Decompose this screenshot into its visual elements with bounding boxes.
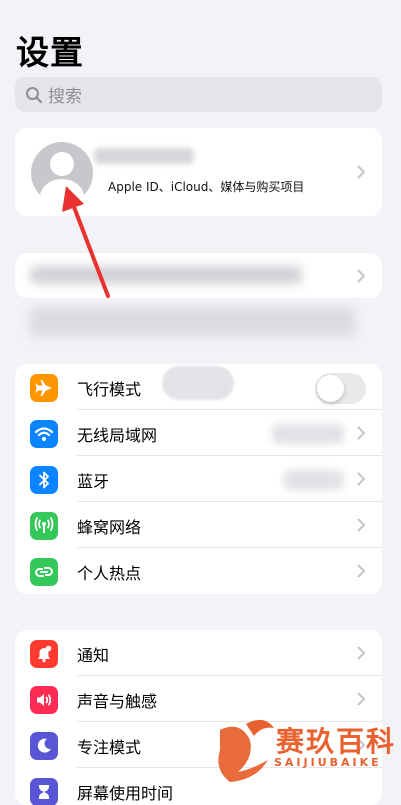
blurred-account-name bbox=[94, 148, 194, 164]
chevron-right-icon bbox=[357, 518, 365, 532]
row-label: 屏幕使用时间 bbox=[77, 784, 174, 803]
search-bar[interactable]: 搜索 bbox=[15, 77, 382, 112]
chevron-right-icon bbox=[357, 165, 365, 179]
chevron-right-icon bbox=[357, 472, 365, 486]
search-placeholder: 搜索 bbox=[48, 87, 82, 107]
focus-moon-icon bbox=[30, 732, 58, 760]
row-label: 蓝牙 bbox=[77, 472, 110, 491]
row-label: 通知 bbox=[77, 646, 110, 665]
watermark-text: 赛玖百科 bbox=[276, 725, 397, 758]
apple-id-card[interactable]: Apple ID、iCloud、媒体与购买项目 bbox=[15, 128, 382, 216]
row-label: 专注模式 bbox=[77, 738, 142, 757]
row-label: 蜂窝网络 bbox=[77, 518, 142, 537]
chevron-right-icon bbox=[357, 426, 365, 440]
avatar bbox=[31, 142, 93, 204]
row-notifications[interactable]: 通知 bbox=[15, 630, 382, 676]
row-label: 个人热点 bbox=[77, 564, 142, 583]
chevron-right-icon bbox=[357, 646, 365, 660]
blurred-overlay-blob bbox=[162, 366, 234, 400]
blurred-footer-text bbox=[30, 307, 355, 337]
row-sounds-haptics[interactable]: 声音与触感 bbox=[15, 676, 382, 722]
page-title: 设置 bbox=[16, 33, 84, 72]
chevron-right-icon bbox=[357, 269, 365, 283]
row-wifi[interactable]: 无线局域网 bbox=[15, 410, 382, 456]
row-cellular[interactable]: 蜂窝网络 bbox=[15, 502, 382, 548]
chevron-right-icon bbox=[357, 564, 365, 578]
airplane-icon bbox=[30, 374, 58, 402]
cellular-icon bbox=[30, 512, 58, 540]
bluetooth-icon bbox=[30, 466, 58, 494]
row-label: 无线局域网 bbox=[77, 426, 158, 445]
blurred-text bbox=[30, 266, 302, 284]
row-screen-time[interactable]: 屏幕使用时间 bbox=[15, 768, 382, 805]
row-label: 飞行模式 bbox=[77, 380, 142, 399]
apple-id-subtitle: Apple ID、iCloud、媒体与购买项目 bbox=[108, 180, 305, 194]
watermark-subtext: SAIJIUBAIKE bbox=[274, 756, 382, 769]
wifi-icon bbox=[30, 420, 58, 448]
row-bluetooth[interactable]: 蓝牙 bbox=[15, 456, 382, 502]
hotspot-icon bbox=[30, 558, 58, 586]
row-personal-hotspot[interactable]: 个人热点 bbox=[15, 548, 382, 594]
row-label: 声音与触感 bbox=[77, 692, 158, 711]
sounds-icon bbox=[30, 686, 58, 714]
notifications-group: 通知 声音与触感 专注模式 屏幕使用时间 bbox=[15, 630, 382, 805]
airplane-mode-toggle[interactable] bbox=[315, 373, 366, 404]
chevron-right-icon bbox=[357, 692, 365, 706]
search-icon bbox=[26, 86, 43, 103]
blurred-bluetooth-status bbox=[284, 470, 344, 490]
notifications-icon bbox=[30, 640, 58, 668]
screen-time-icon bbox=[30, 778, 58, 805]
blurred-network-name bbox=[272, 424, 344, 444]
